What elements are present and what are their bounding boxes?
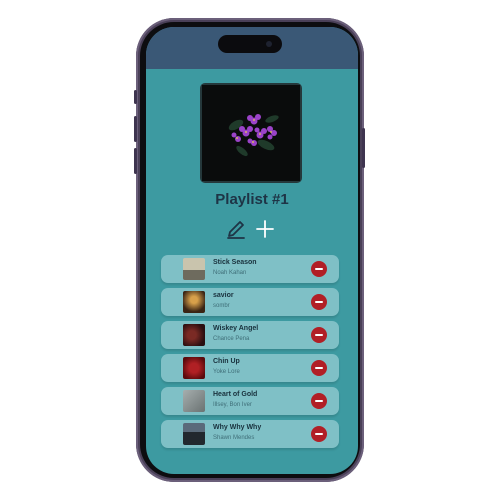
dynamic-island [218, 35, 282, 53]
add-song-button[interactable] [254, 218, 276, 240]
song-artist: Illsey, Bon Iver [213, 402, 252, 408]
minus-circle-icon[interactable] [311, 261, 327, 277]
playlist-title: Playlist #1 [215, 191, 289, 208]
song-title: Why Why Why [213, 424, 262, 431]
song-title: savior [213, 292, 234, 299]
album-art [183, 258, 205, 280]
minus-circle-icon[interactable] [311, 294, 327, 310]
song-title: Wiskey Angel [213, 325, 259, 332]
album-art [183, 357, 205, 379]
song-row[interactable]: Heart of Gold Illsey, Bon Iver [161, 387, 339, 415]
power-button [362, 128, 365, 168]
pencil-icon [227, 221, 245, 239]
album-art [183, 390, 205, 412]
song-row[interactable]: Chin Up Yoke Lore [161, 354, 339, 382]
action-button [134, 90, 137, 104]
violet-flowers-image [202, 85, 300, 181]
song-row[interactable]: savior sombr [161, 288, 339, 316]
minus-circle-icon[interactable] [311, 360, 327, 376]
minus-circle-icon[interactable] [311, 426, 327, 442]
song-artist: Yoke Lore [213, 369, 240, 375]
album-art [183, 324, 205, 346]
playlist-actions [146, 218, 358, 240]
song-row[interactable]: Stick Season Noah Kahan [161, 255, 339, 283]
status-bar [146, 27, 358, 69]
song-row[interactable]: Why Why Why Shawn Mendes [161, 420, 339, 448]
plus-icon [256, 220, 274, 238]
minus-circle-icon[interactable] [311, 327, 327, 343]
song-title: Chin Up [213, 358, 240, 365]
song-artist: Noah Kahan [213, 270, 247, 276]
song-artist: Chance Pena [213, 336, 250, 342]
volume-up-button [134, 116, 137, 142]
song-title: Stick Season [213, 259, 257, 266]
album-art [183, 291, 205, 313]
app-screen: Playlist #1 Stick Season Noah Kahan savi… [146, 27, 358, 474]
edit-button[interactable] [225, 218, 247, 240]
album-art [183, 423, 205, 445]
song-artist: sombr [213, 303, 230, 309]
song-row[interactable]: Wiskey Angel Chance Pena [161, 321, 339, 349]
playlist-cover[interactable] [202, 85, 300, 181]
song-artist: Shawn Mendes [213, 435, 255, 441]
volume-down-button [134, 148, 137, 174]
song-title: Heart of Gold [213, 391, 258, 398]
front-camera [266, 41, 272, 47]
minus-circle-icon[interactable] [311, 393, 327, 409]
